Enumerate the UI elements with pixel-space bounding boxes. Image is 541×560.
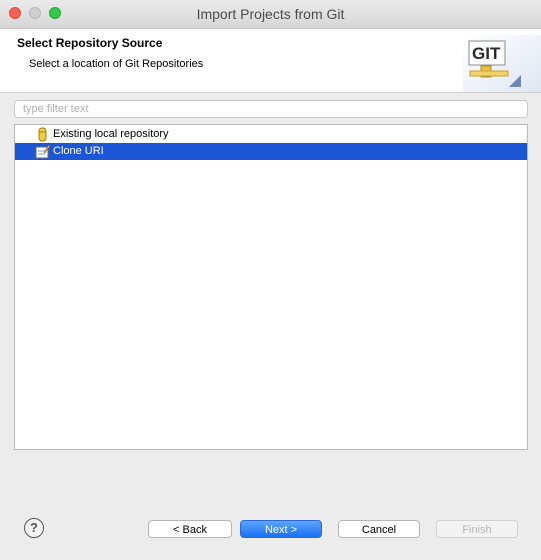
repository-source-list[interactable]: Existing local repository Clone URI [14, 124, 528, 450]
svg-text:GIT: GIT [472, 44, 501, 63]
page-title: Select Repository Source [17, 36, 163, 50]
wizard-header: Select Repository Source Select a locati… [0, 29, 541, 93]
minimize-window-button[interactable] [29, 7, 41, 19]
list-item[interactable]: Existing local repository [15, 126, 527, 143]
filter-input[interactable] [14, 100, 528, 118]
local-repository-icon [38, 127, 47, 142]
clone-uri-icon [35, 144, 50, 159]
finish-button[interactable]: Finish [436, 520, 518, 538]
cancel-button[interactable]: Cancel [338, 520, 420, 538]
import-git-dialog: Import Projects from Git Select Reposito… [0, 0, 541, 560]
title-bar[interactable]: Import Projects from Git [0, 0, 541, 29]
close-window-button[interactable] [9, 7, 21, 19]
git-logo-icon: GIT [463, 35, 541, 92]
list-item-selected[interactable]: Clone URI [15, 143, 527, 160]
list-item-label: Clone URI [53, 145, 104, 157]
maximize-window-button[interactable] [49, 7, 61, 19]
window-title: Import Projects from Git [196, 6, 345, 22]
help-button[interactable]: ? [24, 518, 44, 538]
next-button[interactable]: Next > [240, 520, 322, 538]
list-item-label: Existing local repository [53, 128, 169, 140]
back-button[interactable]: < Back [148, 520, 232, 538]
page-description: Select a location of Git Repositories [29, 58, 204, 70]
